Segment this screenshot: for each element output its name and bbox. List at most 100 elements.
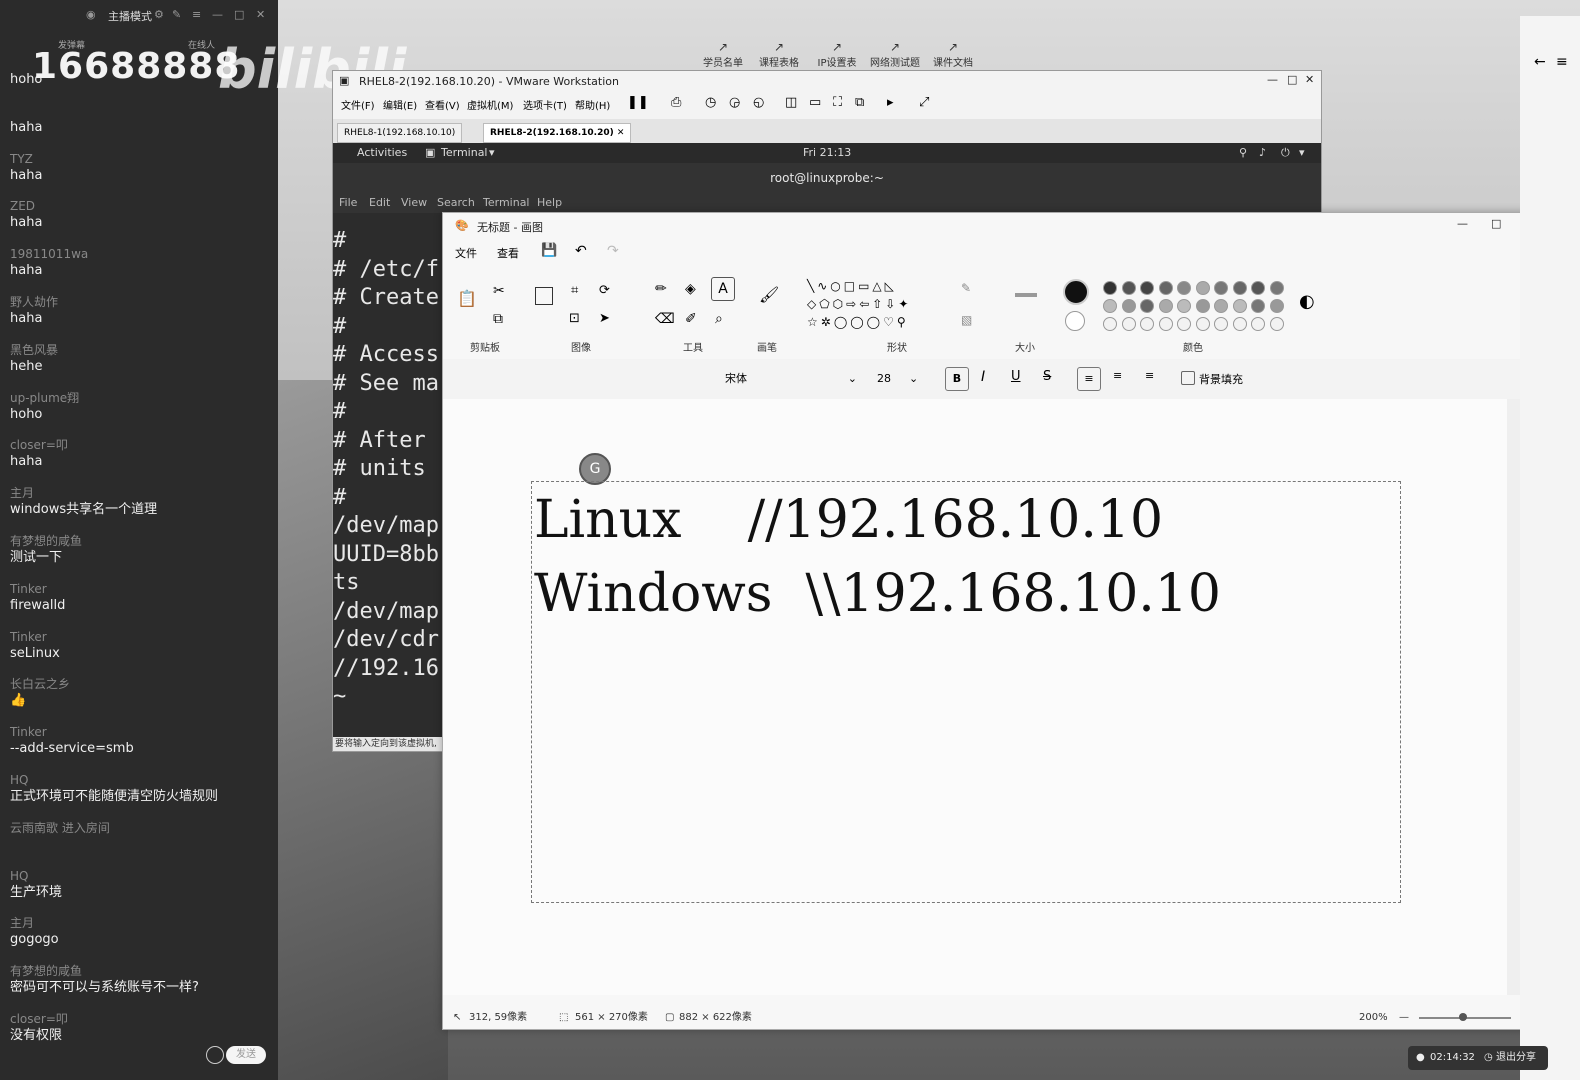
underline-button[interactable]: U	[1011, 369, 1021, 384]
palette-swatch[interactable]	[1177, 317, 1191, 331]
palette-swatch[interactable]	[1121, 317, 1136, 331]
network-icon[interactable]: ⚲	[1239, 146, 1247, 159]
palette-swatch[interactable]	[1177, 281, 1191, 295]
bold-button[interactable]: B	[945, 367, 969, 391]
maximize-icon[interactable]: □	[1287, 73, 1297, 86]
stretch-icon[interactable]: ⤢	[919, 95, 929, 110]
text-tool-icon[interactable]: A	[711, 277, 735, 301]
cut-icon[interactable]: ✂	[493, 283, 505, 299]
zoom-out-icon[interactable]: —	[1399, 1007, 1409, 1029]
menu-file[interactable]: 文件	[455, 245, 477, 261]
menu-file[interactable]: 文件(F)	[341, 97, 375, 112]
minimize-icon[interactable]: —	[212, 8, 223, 21]
volume-icon[interactable]: ♪	[1259, 146, 1266, 159]
brush-icon[interactable]: 🖌	[759, 285, 779, 304]
align-left-button[interactable]: ≡	[1077, 367, 1101, 391]
menu-vm[interactable]: 虚拟机(M)	[467, 97, 513, 112]
snapshot-icon[interactable]: ◷	[705, 95, 716, 110]
flip-icon[interactable]: ➤	[599, 311, 610, 326]
palette-swatch[interactable]	[1232, 317, 1247, 331]
pencil-icon[interactable]: ✏	[655, 281, 667, 297]
palette-swatch[interactable]	[1158, 317, 1173, 331]
palette-swatch[interactable]	[1214, 299, 1228, 313]
palette-swatch[interactable]	[1251, 317, 1265, 331]
align-center-button[interactable]: ≡	[1113, 369, 1122, 382]
shortcut-docs[interactable]: ↗ 课件文档	[928, 40, 978, 69]
palette-swatch[interactable]	[1121, 299, 1136, 313]
resize-icon[interactable]: ⊡	[569, 311, 580, 326]
palette-swatch[interactable]	[1140, 317, 1154, 331]
minimize-icon[interactable]: —	[1267, 73, 1278, 86]
palette-swatch[interactable]	[1195, 317, 1210, 331]
shapes-row-3[interactable]: ☆✲◯◯◯♡⚲	[807, 315, 909, 329]
palette-swatch[interactable]	[1140, 299, 1154, 313]
palette-swatch[interactable]	[1214, 317, 1228, 331]
activities-button[interactable]: Activities	[357, 146, 407, 159]
menu-tabs[interactable]: 选项卡(T)	[523, 97, 567, 112]
menu-view[interactable]: 查看	[497, 245, 519, 261]
edit-icon[interactable]: ✎	[172, 8, 181, 21]
redo-icon[interactable]: ↷	[607, 243, 619, 259]
menu-edit[interactable]: Edit	[369, 196, 390, 209]
app-menu[interactable]: Terminal	[441, 146, 488, 159]
palette-swatch[interactable]	[1269, 299, 1284, 313]
magnifier-icon[interactable]: ⌕	[715, 311, 723, 327]
library-icon[interactable]: ◫	[785, 95, 797, 110]
palette-swatch[interactable]	[1103, 299, 1117, 313]
palette-swatch[interactable]	[1121, 281, 1136, 295]
snapshot-manager-icon[interactable]: ◵	[753, 95, 764, 110]
zoom-slider-thumb[interactable]	[1459, 1013, 1467, 1021]
single-window-icon[interactable]: ▭	[809, 95, 821, 110]
shapes-row-2[interactable]: ◇⬠⬡⇨⇦⇧⇩✦	[807, 297, 911, 311]
palette-swatch[interactable]	[1103, 317, 1117, 331]
pause-icon[interactable]: ❚❚	[627, 95, 649, 110]
color-1-swatch[interactable]	[1063, 279, 1089, 305]
palette-swatch[interactable]	[1269, 317, 1284, 331]
size-icon[interactable]	[1015, 293, 1037, 297]
palette-swatch[interactable]	[1232, 281, 1247, 295]
strikethrough-button[interactable]: S	[1043, 369, 1051, 384]
snapshot-restore-icon[interactable]: ◶	[729, 95, 740, 110]
console-icon[interactable]: ▸	[887, 95, 894, 110]
unity-icon[interactable]: ⧉	[855, 95, 864, 110]
power-icon[interactable]: ⏻	[1281, 146, 1290, 160]
select-icon[interactable]	[535, 287, 553, 305]
chevron-down-icon[interactable]: ▾	[1299, 146, 1305, 159]
eraser-icon[interactable]: ⌫	[655, 311, 675, 327]
menu-search[interactable]: Search	[437, 196, 475, 209]
paste-icon[interactable]: 📋	[457, 289, 477, 308]
palette-swatch[interactable]	[1177, 299, 1191, 313]
palette-swatch[interactable]	[1195, 299, 1210, 313]
fullscreen-icon[interactable]: ⛶	[833, 95, 842, 110]
send-keys-icon[interactable]: ⎙	[671, 95, 681, 110]
drawing-canvas[interactable]: G Linux //192.168.10.10 Windows \\192.16…	[443, 399, 1507, 995]
tab-rhel8-2[interactable]: RHEL8-2(192.168.10.20) ✕	[483, 123, 632, 143]
font-size-select[interactable]: 28 ⌄	[877, 369, 927, 389]
save-icon[interactable]: 💾	[541, 243, 557, 258]
shortcut-schedule[interactable]: ↗ 课程表格	[754, 40, 804, 69]
close-icon[interactable]: ✕	[1305, 73, 1314, 86]
palette-swatch[interactable]	[1140, 281, 1154, 295]
palette-swatch[interactable]	[1103, 281, 1117, 295]
send-button[interactable]: 发送	[226, 1046, 266, 1064]
palette-swatch[interactable]	[1158, 281, 1173, 295]
maximize-icon[interactable]: □	[1491, 217, 1501, 230]
copy-icon[interactable]: ⧉	[493, 311, 503, 327]
menu-edit[interactable]: 编辑(E)	[383, 97, 417, 112]
bg-fill-checkbox[interactable]	[1181, 371, 1195, 385]
menu-view[interactable]: View	[401, 196, 427, 209]
shapes-row-1[interactable]: ╲∿○□▭△◺	[807, 279, 897, 293]
menu-help[interactable]: Help	[537, 196, 562, 209]
menu-terminal[interactable]: Terminal	[483, 196, 530, 209]
minimize-icon[interactable]: —	[1457, 217, 1468, 230]
shortcut-ip[interactable]: ↗ IP设置表	[812, 40, 862, 69]
palette-swatch[interactable]	[1269, 281, 1284, 295]
color-picker-icon[interactable]: ✐	[685, 311, 697, 327]
menu-file[interactable]: File	[339, 196, 357, 209]
undo-icon[interactable]: ↶	[575, 243, 587, 259]
align-right-button[interactable]: ≡	[1145, 369, 1154, 382]
emoji-icon[interactable]	[206, 1046, 224, 1064]
palette-swatch[interactable]	[1232, 299, 1247, 313]
menu-icon[interactable]: ≡	[192, 8, 201, 21]
shortcut-roster[interactable]: ↗ 学员名单	[698, 40, 748, 69]
